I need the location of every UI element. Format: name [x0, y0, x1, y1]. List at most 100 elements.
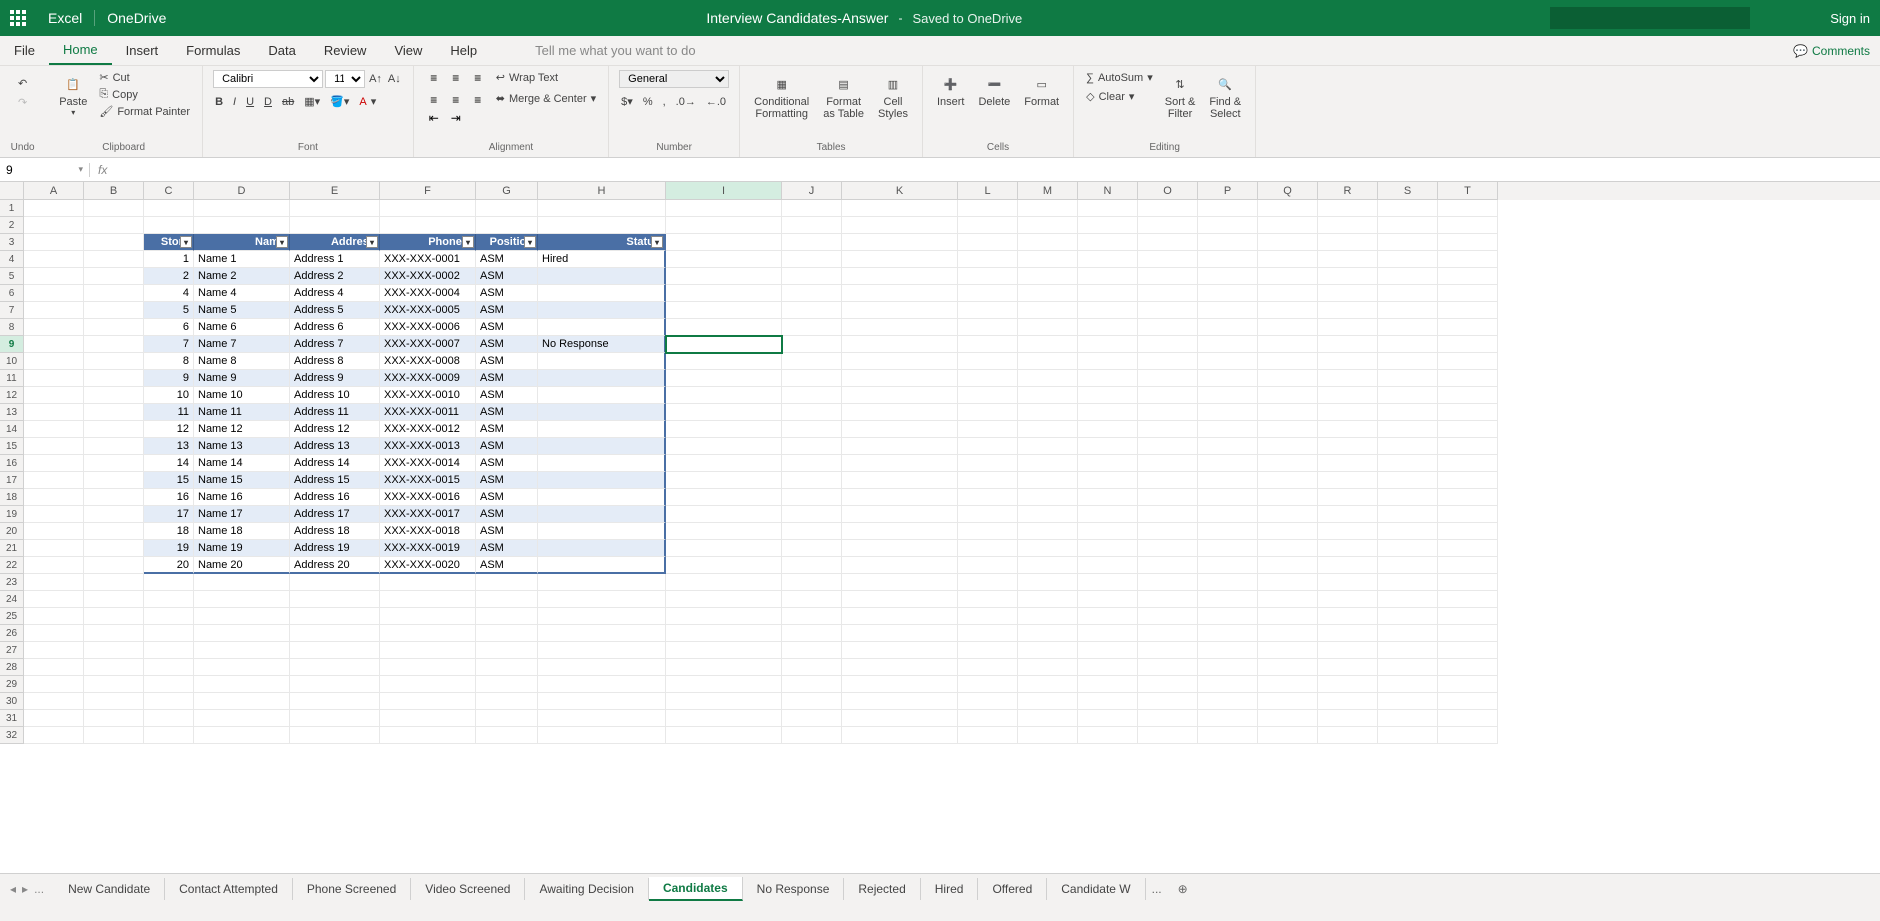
- cell[interactable]: [1018, 438, 1078, 455]
- cell[interactable]: [1258, 319, 1318, 336]
- cell[interactable]: Name 8: [194, 353, 290, 370]
- cell[interactable]: [1018, 336, 1078, 353]
- row-header[interactable]: 1: [0, 200, 24, 217]
- cell[interactable]: [194, 608, 290, 625]
- cell[interactable]: Address 16: [290, 489, 380, 506]
- cell[interactable]: ASM: [476, 557, 538, 574]
- sheet-more[interactable]: ...: [1146, 882, 1168, 896]
- cell[interactable]: XXX-XXX-0012: [380, 421, 476, 438]
- cell[interactable]: [782, 506, 842, 523]
- cell[interactable]: [958, 404, 1018, 421]
- cell[interactable]: [842, 285, 958, 302]
- cell[interactable]: [380, 659, 476, 676]
- cell[interactable]: [1258, 591, 1318, 608]
- decrease-font-button[interactable]: A↓: [386, 70, 403, 88]
- insert-cells-button[interactable]: ➕Insert: [933, 70, 969, 110]
- cell[interactable]: [1078, 302, 1138, 319]
- cell[interactable]: [1018, 489, 1078, 506]
- row-header[interactable]: 19: [0, 506, 24, 523]
- cell[interactable]: [1198, 625, 1258, 642]
- cell[interactable]: [144, 200, 194, 217]
- cell[interactable]: [1138, 353, 1198, 370]
- cell[interactable]: [1318, 421, 1378, 438]
- select-all-corner[interactable]: [0, 182, 24, 200]
- cell[interactable]: [1198, 506, 1258, 523]
- cell[interactable]: Address 18: [290, 523, 380, 540]
- cell[interactable]: [1438, 438, 1498, 455]
- column-header[interactable]: Q: [1258, 182, 1318, 200]
- sheet-tab[interactable]: Offered: [978, 878, 1047, 900]
- cell[interactable]: [1318, 370, 1378, 387]
- cell[interactable]: [144, 591, 194, 608]
- cell[interactable]: 4: [144, 285, 194, 302]
- cell[interactable]: Name 14: [194, 455, 290, 472]
- cell[interactable]: [842, 438, 958, 455]
- cell[interactable]: [24, 302, 84, 319]
- cell[interactable]: [538, 727, 666, 744]
- cell[interactable]: [842, 608, 958, 625]
- cell[interactable]: [1378, 404, 1438, 421]
- cell[interactable]: [666, 591, 782, 608]
- cell[interactable]: [1258, 557, 1318, 574]
- cell[interactable]: [1018, 557, 1078, 574]
- cell[interactable]: [1438, 336, 1498, 353]
- cell[interactable]: [1258, 642, 1318, 659]
- cell[interactable]: [666, 268, 782, 285]
- cell[interactable]: [1138, 710, 1198, 727]
- cell[interactable]: [1138, 540, 1198, 557]
- cell[interactable]: [290, 591, 380, 608]
- tell-me-search[interactable]: Tell me what you want to do: [521, 36, 709, 65]
- cell[interactable]: [24, 319, 84, 336]
- comma-button[interactable]: ,: [661, 94, 668, 109]
- formula-input[interactable]: [115, 163, 1880, 177]
- cell[interactable]: [666, 336, 782, 353]
- cell[interactable]: [144, 642, 194, 659]
- cell[interactable]: ASM: [476, 268, 538, 285]
- cell[interactable]: [24, 387, 84, 404]
- cell[interactable]: [1078, 268, 1138, 285]
- cell[interactable]: XXX-XXX-0004: [380, 285, 476, 302]
- cell[interactable]: [1438, 251, 1498, 268]
- cell[interactable]: [1318, 676, 1378, 693]
- cell[interactable]: [1138, 234, 1198, 251]
- cell[interactable]: [290, 574, 380, 591]
- cell[interactable]: [1078, 608, 1138, 625]
- cell[interactable]: 19: [144, 540, 194, 557]
- cell[interactable]: [144, 574, 194, 591]
- row-header[interactable]: 21: [0, 540, 24, 557]
- cell[interactable]: [24, 268, 84, 285]
- cell[interactable]: [84, 234, 144, 251]
- row-header[interactable]: 29: [0, 676, 24, 693]
- cell[interactable]: Address 13: [290, 438, 380, 455]
- bold-button[interactable]: B: [213, 94, 225, 109]
- filter-dropdown-icon[interactable]: [651, 236, 663, 248]
- wrap-text-button[interactable]: ↩Wrap Text: [494, 70, 598, 85]
- cell[interactable]: ASM: [476, 489, 538, 506]
- cell[interactable]: Address 10: [290, 387, 380, 404]
- cell[interactable]: [842, 472, 958, 489]
- cell[interactable]: 16: [144, 489, 194, 506]
- cell[interactable]: [1018, 285, 1078, 302]
- cell[interactable]: [1258, 710, 1318, 727]
- cell[interactable]: [1198, 353, 1258, 370]
- column-header[interactable]: A: [24, 182, 84, 200]
- cell[interactable]: [538, 319, 666, 336]
- cell[interactable]: [1438, 200, 1498, 217]
- cell[interactable]: [290, 608, 380, 625]
- cell[interactable]: ASM: [476, 472, 538, 489]
- cell[interactable]: Address 7: [290, 336, 380, 353]
- cell[interactable]: [1018, 506, 1078, 523]
- row-header[interactable]: 28: [0, 659, 24, 676]
- cell[interactable]: Name 11: [194, 404, 290, 421]
- cell[interactable]: [842, 387, 958, 404]
- cell[interactable]: [1138, 217, 1198, 234]
- cell[interactable]: [1438, 625, 1498, 642]
- cell[interactable]: [1138, 472, 1198, 489]
- cell[interactable]: [380, 642, 476, 659]
- cell[interactable]: [782, 404, 842, 421]
- cell[interactable]: [1198, 404, 1258, 421]
- cell[interactable]: [1258, 693, 1318, 710]
- filter-dropdown-icon[interactable]: [462, 236, 474, 248]
- cell[interactable]: Name 1: [194, 251, 290, 268]
- cell[interactable]: [1378, 251, 1438, 268]
